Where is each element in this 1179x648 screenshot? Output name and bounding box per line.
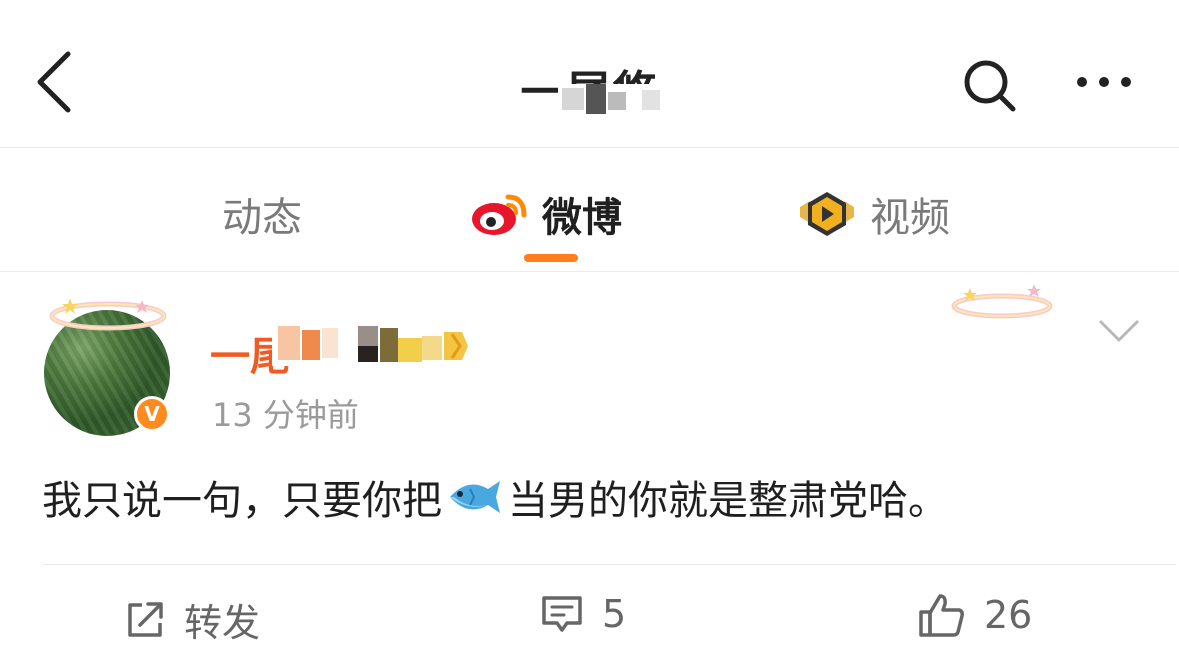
tab-weibo[interactable]: 微博 bbox=[470, 184, 622, 244]
active-tab-indicator bbox=[524, 254, 578, 262]
post-card: V 一尾 13 分钟前 我只说一句，只要你把 当男的你就是整肃党哈。 转发 5 … bbox=[0, 272, 1179, 648]
tab-label: 视频 bbox=[870, 195, 950, 241]
comment-count: 5 bbox=[602, 592, 627, 636]
halo-decoration-icon bbox=[49, 298, 167, 331]
more-dots-icon[interactable] bbox=[1074, 64, 1134, 100]
repost-label: 转发 bbox=[184, 601, 261, 645]
weibo-logo-icon bbox=[472, 194, 527, 235]
post-text-part: 我只说一句，只要你把 bbox=[42, 478, 442, 524]
verified-v-icon: V bbox=[134, 396, 170, 432]
post-timestamp: 13 分钟前 bbox=[212, 396, 359, 434]
repost-icon bbox=[128, 601, 163, 637]
tab-dynamic[interactable]: 动态 bbox=[222, 184, 302, 244]
fish-emoji bbox=[450, 481, 500, 513]
thumbs-up-icon bbox=[919, 594, 964, 637]
profile-tabs: 动态 微博 视频 bbox=[0, 148, 1179, 272]
comment-icon bbox=[542, 596, 582, 632]
comment-button[interactable]: 5 bbox=[540, 592, 626, 636]
post-text-part: 当男的你就是整肃党哈。 bbox=[508, 478, 948, 524]
video-badge-icon bbox=[800, 192, 854, 236]
chevron-down-icon[interactable] bbox=[1098, 318, 1140, 344]
blurred-title-overlay bbox=[558, 84, 678, 114]
tab-video[interactable]: 视频 bbox=[796, 184, 950, 244]
post-content: 我只说一句，只要你把 当男的你就是整肃党哈。 bbox=[42, 468, 948, 526]
like-button[interactable]: 26 bbox=[918, 592, 1032, 638]
avatar[interactable]: V bbox=[40, 298, 180, 438]
tab-label: 动态 bbox=[222, 195, 302, 241]
divider bbox=[42, 564, 1176, 565]
halo-decoration-icon bbox=[951, 284, 1053, 319]
top-bar: 一尾悠 bbox=[0, 0, 1179, 148]
search-icon[interactable] bbox=[960, 56, 1018, 114]
like-count: 26 bbox=[984, 593, 1033, 637]
blurred-username-overlay bbox=[272, 320, 472, 366]
tab-label: 微博 bbox=[542, 195, 622, 241]
repost-button[interactable]: 转发 bbox=[124, 592, 260, 647]
